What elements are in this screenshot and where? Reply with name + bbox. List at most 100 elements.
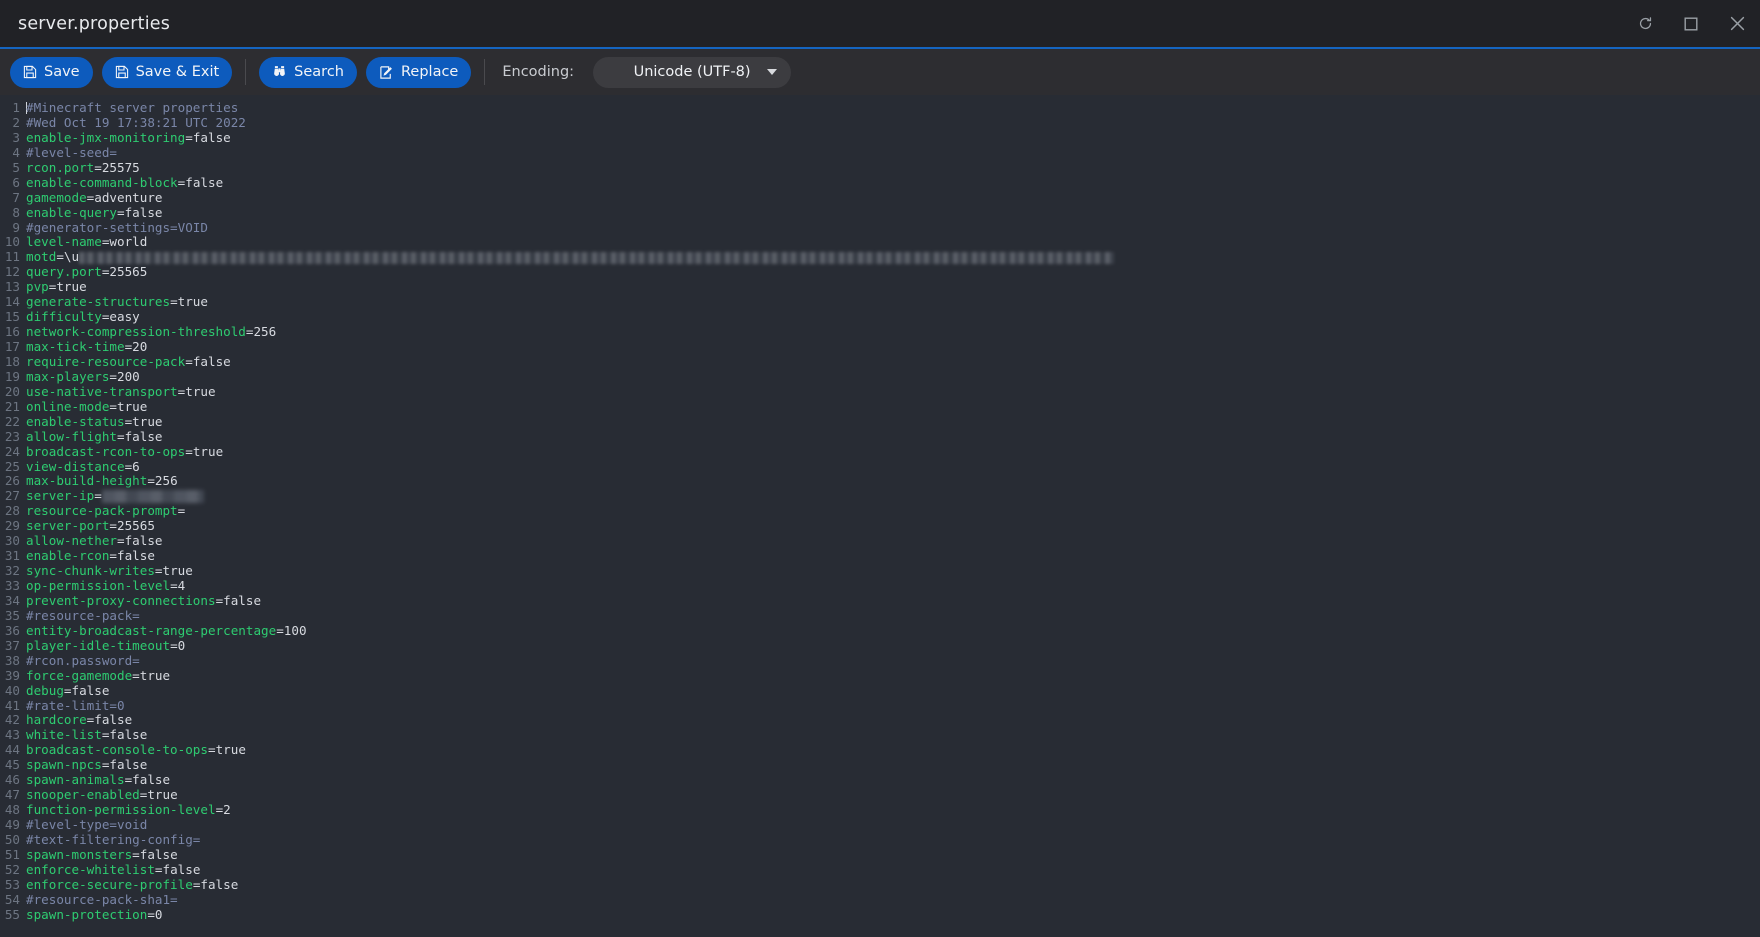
code-line[interactable]: 15 difficulty=easy [0, 309, 1760, 325]
code-line-content: pvp=true [26, 279, 87, 295]
code-line[interactable]: 40 debug=false [0, 683, 1760, 699]
code-line[interactable]: 13 pvp=true [0, 279, 1760, 295]
code-line[interactable]: 4 #level-seed= [0, 145, 1760, 161]
code-line[interactable]: 43 white-list=false [0, 727, 1760, 743]
code-line-content: require-resource-pack=false [26, 353, 231, 370]
code-line[interactable]: 17 max-tick-time=20 [0, 339, 1760, 355]
code-line[interactable]: 26 max-build-height=256 [0, 473, 1760, 489]
code-line[interactable]: 23 allow-flight=false [0, 429, 1760, 445]
search-button[interactable]: Search [259, 56, 357, 88]
reload-icon[interactable] [1622, 0, 1668, 47]
line-number: 55 [4, 906, 20, 922]
code-line[interactable]: 51 spawn-monsters=false [0, 846, 1760, 863]
code-line[interactable]: 19 max-players=200 [0, 368, 1760, 385]
code-line[interactable]: 6 enable-command-block=false [0, 174, 1760, 191]
code-line[interactable]: 29 server-port=25565 [0, 518, 1760, 534]
property-key: generate-structures [26, 294, 171, 310]
code-line[interactable]: 45 spawn-npcs=false [0, 757, 1760, 773]
code-line[interactable]: 36 entity-broadcast-range-percentage=100 [0, 623, 1760, 639]
property-key: network-compression-threshold [26, 324, 246, 340]
code-line[interactable]: 27 server-ip= [0, 488, 1760, 504]
code-line[interactable]: 46 spawn-animals=false [0, 772, 1760, 788]
code-line[interactable]: 22 enable-status=true [0, 413, 1760, 430]
property-key: max-players [26, 368, 110, 384]
property-value: =25565 [109, 518, 155, 534]
code-line-content: entity-broadcast-range-percentage=100 [26, 623, 307, 639]
code-line-content: spawn-animals=false [26, 772, 170, 788]
property-value: =6 [124, 458, 140, 474]
code-line-content: spawn-protection=0 [26, 907, 163, 923]
code-line[interactable]: 41 #rate-limit=0 [0, 698, 1760, 714]
property-key: broadcast-console-to-ops [26, 742, 208, 758]
comment-text: #Minecraft server properties [26, 100, 239, 115]
property-key: spawn-monsters [26, 846, 133, 862]
property-key: hardcore [26, 712, 87, 728]
code-line[interactable]: 1 #Minecraft server properties [0, 100, 1760, 116]
property-key: enable-jmx-monitoring [26, 129, 186, 145]
code-line[interactable]: 11 motd=\u [0, 249, 1760, 265]
property-value: =20 [124, 339, 148, 354]
code-line[interactable]: 7 gamemode=adventure [0, 190, 1760, 206]
code-line[interactable]: 44 broadcast-console-to-ops=true [0, 742, 1760, 758]
code-line[interactable]: 52 enforce-whitelist=false [0, 861, 1760, 878]
code-line[interactable]: 28 resource-pack-prompt= [0, 503, 1760, 519]
close-icon[interactable] [1714, 0, 1760, 47]
code-line-content: difficulty=easy [26, 309, 140, 325]
code-line[interactable]: 30 allow-nether=false [0, 533, 1760, 549]
code-line[interactable]: 50 #text-filtering-config= [0, 832, 1760, 848]
code-line[interactable]: 42 hardcore=false [0, 712, 1760, 728]
property-key: require-resource-pack [26, 353, 186, 369]
code-line-content: enforce-secure-profile=false [26, 877, 238, 893]
code-lines[interactable]: 1 #Minecraft server properties 2 #Wed Oct 1… [0, 100, 1760, 923]
code-line[interactable]: 5 rcon.port=25575 [0, 160, 1760, 176]
line-number: 6 [12, 174, 20, 190]
code-line[interactable]: 38 #rcon.password= [0, 653, 1760, 669]
code-line[interactable]: 37 player-idle-timeout=0 [0, 638, 1760, 654]
code-line-content: max-build-height=256 [26, 473, 178, 489]
code-line[interactable]: 8 enable-query=false [0, 205, 1760, 221]
toolbar-divider [245, 59, 247, 85]
save-and-exit-button[interactable]: Save & Exit [101, 56, 233, 88]
code-line-content: server-port=25565 [26, 518, 155, 534]
code-line[interactable]: 14 generate-structures=true [0, 294, 1760, 310]
code-line[interactable]: 10 level-name=world [0, 234, 1760, 250]
code-line[interactable]: 34 prevent-proxy-connections=false [0, 593, 1760, 609]
property-value: =true [124, 413, 163, 429]
line-number: 17 [4, 339, 20, 354]
property-value: =false [117, 533, 163, 549]
code-line[interactable]: 2 #Wed Oct 19 17:38:21 UTC 2022 [0, 115, 1760, 131]
code-line-content: allow-nether=false [26, 533, 163, 549]
code-line[interactable]: 16 network-compression-threshold=256 [0, 324, 1760, 340]
code-line[interactable]: 48 function-permission-level=2 [0, 802, 1760, 818]
code-line[interactable]: 21 online-mode=true [0, 399, 1760, 415]
line-number: 49 [4, 817, 20, 832]
text-editor[interactable]: 1 #Minecraft server properties 2 #Wed Oct 1… [0, 95, 1760, 937]
encoding-select[interactable]: Unicode (UTF-8) [593, 56, 792, 88]
code-line[interactable]: 47 snooper-enabled=true [0, 787, 1760, 803]
line-number: 28 [4, 503, 20, 519]
code-line[interactable]: 24 broadcast-rcon-to-ops=true [0, 444, 1760, 460]
code-line[interactable]: 20 use-native-transport=true [0, 384, 1760, 400]
code-line[interactable]: 3 enable-jmx-monitoring=false [0, 129, 1760, 146]
code-line[interactable]: 25 view-distance=6 [0, 458, 1760, 475]
code-line-content: resource-pack-prompt= [26, 503, 185, 519]
code-line[interactable]: 33 op-permission-level=4 [0, 578, 1760, 594]
code-line[interactable]: 53 enforce-secure-profile=false [0, 877, 1760, 893]
replace-button[interactable]: Replace [366, 56, 472, 88]
property-value: =false [101, 727, 148, 743]
property-value: = [94, 488, 102, 504]
code-line-content: hardcore=false [26, 712, 132, 728]
code-line[interactable]: 31 enable-rcon=false [0, 548, 1760, 564]
code-line[interactable]: 12 query.port=25565 [0, 264, 1760, 280]
property-key: enforce-whitelist [26, 861, 155, 877]
code-line[interactable]: 49 #level-type=void [0, 817, 1760, 833]
code-line[interactable]: 9 #generator-settings=VOID [0, 220, 1760, 236]
code-line[interactable]: 39 force-gamemode=true [0, 668, 1760, 684]
code-line[interactable]: 55 spawn-protection=0 [0, 906, 1760, 923]
save-button[interactable]: Save [10, 56, 93, 88]
maximize-icon[interactable] [1668, 0, 1714, 47]
code-line[interactable]: 32 sync-chunk-writes=true [0, 563, 1760, 579]
code-line[interactable]: 54 #resource-pack-sha1= [0, 892, 1760, 908]
code-line[interactable]: 18 require-resource-pack=false [0, 353, 1760, 370]
code-line[interactable]: 35 #resource-pack= [0, 608, 1760, 624]
